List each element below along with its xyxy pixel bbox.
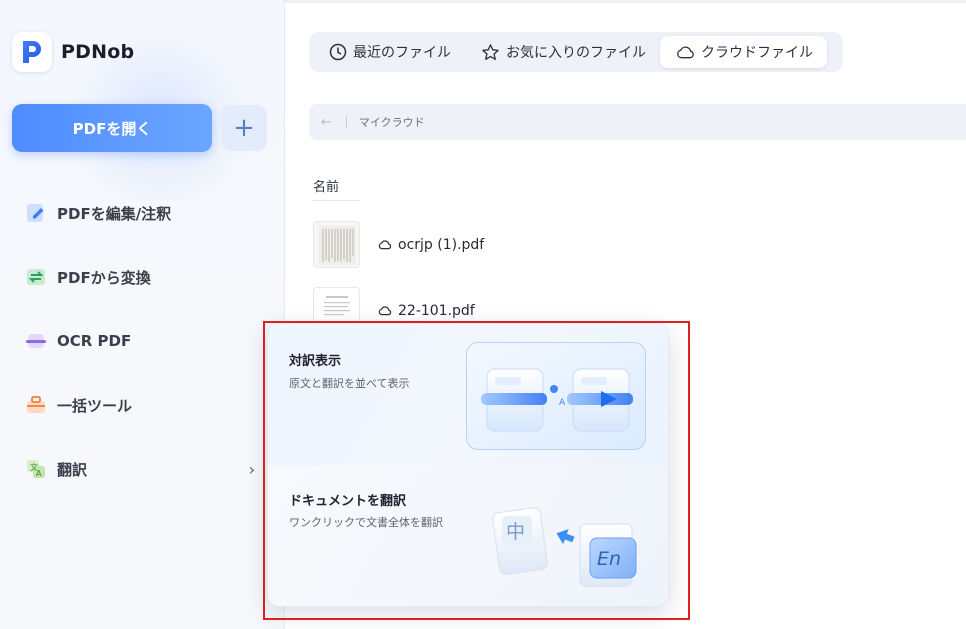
- file-thumbnail: [313, 221, 360, 268]
- sidebar-item-label: 翻訳: [57, 460, 88, 479]
- pdnob-logo-icon: [12, 32, 52, 72]
- cloud-icon: [676, 44, 695, 60]
- file-name: 22-101.pdf: [398, 302, 475, 319]
- cloud-icon: [378, 305, 392, 316]
- cloud-icon: [378, 239, 392, 250]
- tab-label: クラウドファイル: [701, 45, 813, 61]
- app-name: PDNob: [61, 41, 135, 63]
- sidebar-item-edit[interactable]: PDFを編集/注釈: [23, 198, 273, 228]
- add-button[interactable]: +: [221, 105, 267, 151]
- translate-icon: 文A: [23, 456, 49, 482]
- convert-icon: [23, 264, 49, 290]
- app-logo: PDNob: [12, 32, 134, 72]
- highlight-box: [263, 321, 690, 620]
- sidebar-item-label: PDFから変換: [57, 268, 151, 287]
- divider: [345, 116, 347, 128]
- sidebar-item-convert[interactable]: PDFから変換: [23, 262, 273, 292]
- sidebar-item-label: 一括ツール: [57, 396, 133, 415]
- chevron-right-icon: ›: [248, 460, 255, 479]
- divider: [313, 200, 359, 201]
- tab-label: 最近のファイル: [353, 45, 451, 61]
- breadcrumb-current[interactable]: マイクラウド: [359, 114, 425, 130]
- open-pdf-button[interactable]: PDFを開く: [12, 104, 212, 152]
- file-row[interactable]: ocrjp (1).pdf: [313, 221, 484, 268]
- file-name: ocrjp (1).pdf: [398, 236, 485, 253]
- tab-label: お気に入りのファイル: [506, 45, 646, 61]
- sidebar: PDNob PDFを開く + PDFを編集/注釈 PDFから変換 OCR PDF…: [0, 0, 285, 629]
- sidebar-item-ocr[interactable]: OCR PDF: [23, 326, 273, 356]
- breadcrumb: ← マイクラウド: [309, 104, 966, 140]
- ocr-icon: [23, 328, 49, 354]
- back-arrow-icon[interactable]: ←: [321, 115, 332, 130]
- sidebar-item-translate[interactable]: 文A 翻訳 ›: [23, 454, 273, 484]
- sidebar-item-label: OCR PDF: [57, 332, 132, 350]
- tab-cloud[interactable]: クラウドファイル: [660, 36, 827, 68]
- tab-favorites[interactable]: お気に入りのファイル: [465, 36, 660, 68]
- file-tabs: 最近のファイル お気に入りのファイル クラウドファイル: [309, 32, 843, 72]
- sidebar-item-label: PDFを編集/注釈: [57, 204, 172, 223]
- name-column-header[interactable]: 名前: [313, 176, 339, 195]
- star-icon: [481, 43, 500, 62]
- svg-text:A: A: [36, 469, 42, 478]
- clock-icon: [329, 43, 347, 61]
- tab-recent[interactable]: 最近のファイル: [313, 36, 465, 68]
- edit-icon: [23, 200, 49, 226]
- toolbox-icon: [23, 392, 49, 418]
- sidebar-item-batch[interactable]: 一括ツール: [23, 390, 273, 420]
